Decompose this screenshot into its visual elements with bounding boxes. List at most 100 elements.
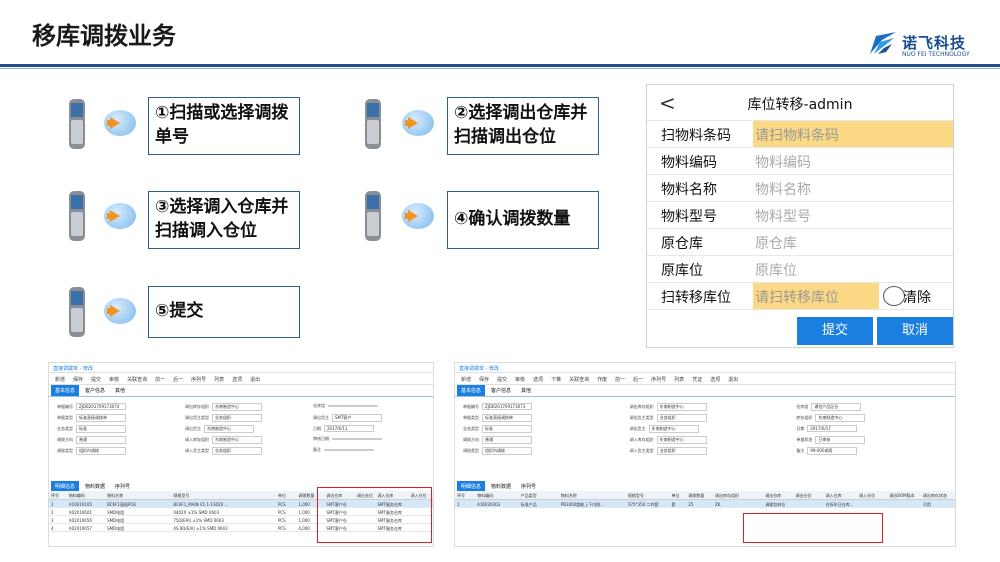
toolbar-button[interactable]: 退出 [250,377,260,383]
form-value[interactable]: 普通 [482,436,532,444]
form-value[interactable]: ZJDB201709173074 [76,403,126,410]
erp-screenshot-left: 直接调拨单 - 修改 新增 保存 提交 审核 关联查询 前一 后一 序列号 列表 选项 退出 基本信… [48,362,434,547]
toolbar-button[interactable]: 关联查询 [127,377,147,383]
toolbar-button[interactable]: 作废 [597,377,607,383]
toolbar-button[interactable]: 选项 [533,377,543,383]
table-cell: PCS [277,510,286,515]
form-value[interactable]: 标准直接调拨单 [482,414,532,422]
form-value[interactable]: 通信产品区仓 [811,403,862,411]
form-value[interactable]: 东南制造中心 [648,425,699,433]
arrow-right-icon [402,203,434,229]
form-field: 调出货主 SMT客户 [313,414,382,422]
toolbar-button[interactable]: 前一 [615,377,625,383]
clear-radio[interactable] [883,286,905,306]
toolbar-button[interactable]: 保存 [479,377,489,383]
table-row[interactable]: 1 A16020303 标准产品 PB3000超能上下内胆... 375*350 二件套… [455,500,955,508]
toolbar-button[interactable]: 前一 [155,377,165,383]
form-value[interactable]: ZJDB201709173073 [482,403,532,410]
table-cell: 套 [671,502,676,507]
form-value[interactable]: 东南制造中心 [815,414,866,422]
form-value[interactable]: SMT客户 [332,414,382,422]
toolbar-button[interactable]: 新增 [55,377,65,383]
field-label: 物料型号 [661,209,717,225]
arrow-right-icon [104,110,136,136]
form-value[interactable]: 2017/6/17 [807,425,858,432]
field-row-material-name: 物料名称 物料名称 [647,175,953,202]
form-value[interactable]: 已审核 [815,436,866,444]
form-value[interactable]: 业务组织 [212,414,262,422]
scan-barcode-input[interactable]: 请扫物料条码 [753,121,953,147]
toolbar-button[interactable]: 列表 [674,377,684,383]
form-value[interactable]: 东南制造中心 [212,403,262,411]
erp-toolbar: 新增 保存 提交 审核 选项 下推 关联查询 作废 前一 后一 序列号 列表 凭证 选项 退出 [455,373,955,385]
toolbar-button[interactable]: 凭证 [692,377,702,383]
form-label: 业务类型 [57,426,73,431]
table-cell: ZK [715,502,721,507]
form-value[interactable]: 东南制造中心 [656,436,707,444]
form-value[interactable]: 东南制造中心 [212,436,262,444]
toolbar-button[interactable]: 选项 [710,377,720,383]
form-label: 调入货主类型 [629,448,654,453]
form-label: 调出库存组织 [185,404,209,409]
table-cell: 25 [688,502,694,507]
form-value[interactable]: 组织内调拨 [482,447,532,455]
arrow-right-icon [104,298,136,324]
toolbar-button[interactable]: 审核 [515,377,525,383]
form-value[interactable]: 标准 [76,425,126,433]
form-value[interactable] [324,449,374,451]
tab[interactable]: 客户信息 [81,385,109,396]
toolbar-button[interactable]: 序列号 [191,377,206,383]
form-value[interactable]: 标准 [482,425,532,433]
field-label: 物料编码 [661,155,717,171]
form-label: 调拨类型 [463,448,479,453]
handheld-scanner-icon [69,287,85,337]
grid-header: 序号 物料编码 产品类型 物料名称 规格型号 单位 调拨数量 调出库存组织 调出仓库 调出仓位 调入… [455,491,955,500]
toolbar-button[interactable]: 序列号 [651,377,666,383]
table-cell: 4S.9Ω(EIA) ±1% SMD 0603 [173,526,228,531]
slide: 移库调拨业务 诺飞科技 NUO FEI TECHNOLOGY ①扫描或选择调拨单… [0,0,1000,562]
form-value[interactable]: 2017/6/11 [324,425,374,432]
form-value[interactable]: 组织内调拨 [76,447,126,455]
column-header: 规格型号 [627,493,644,498]
cancel-button[interactable]: 取消 [877,317,953,345]
field-row-target-location: 扫转移库位 请扫转移库位 清除 [647,283,953,310]
table-cell: SMD电阻 [107,526,125,531]
form-value[interactable]: 99-000调用 [807,447,858,455]
table-cell [889,500,923,502]
form-value[interactable]: 东南制造中心 [656,403,707,411]
scan-target-location-input[interactable]: 请扫转移库位 [753,283,879,309]
toolbar-button[interactable]: 保存 [73,377,83,383]
form-value[interactable]: 业务组织 [656,447,707,455]
form-value[interactable]: 业务组织 [656,414,707,422]
tab[interactable]: 基本信息 [51,385,80,396]
tab[interactable]: 基本信息 [457,385,486,396]
form-value[interactable]: 业务组织 [212,447,262,455]
field-row-source-location: 原库位 原库位 [647,256,953,283]
form-value[interactable] [328,405,378,407]
submit-button[interactable]: 提交 [797,317,873,345]
toolbar-button[interactable]: 列表 [214,377,224,383]
erp-tabs: 基本信息 客户信息 其他 [455,385,955,397]
toolbar-button[interactable]: 退出 [728,377,738,383]
form-value[interactable]: 标准直接调拨单 [76,414,126,422]
tab[interactable]: 其他 [111,385,129,396]
toolbar-button[interactable]: 下推 [551,377,561,383]
toolbar-button[interactable]: 后一 [173,377,183,383]
toolbar-button[interactable]: 审核 [109,377,119,383]
tab[interactable]: 客户信息 [487,385,515,396]
tab[interactable]: 其他 [517,385,535,396]
toolbar-button[interactable]: 提交 [497,377,507,383]
form-value[interactable]: 东南制造中心 [204,425,254,433]
toolbar-button[interactable]: 后一 [633,377,643,383]
toolbar-button[interactable]: 提交 [91,377,101,383]
form-label: 调出货主 [185,426,201,431]
form-value[interactable]: 普通 [76,436,126,444]
form-label: 调入库存组织 [185,437,209,442]
form-label: 单据类型 [463,415,479,420]
toolbar-button[interactable]: 选项 [232,377,242,383]
toolbar-button[interactable]: 新增 [461,377,471,383]
form-field: 业务类型 标准 [463,425,532,433]
form-value[interactable] [332,438,382,440]
form-field: 单据编号 ZJDB201709173074 [57,403,126,410]
toolbar-button[interactable]: 关联查询 [569,377,589,383]
